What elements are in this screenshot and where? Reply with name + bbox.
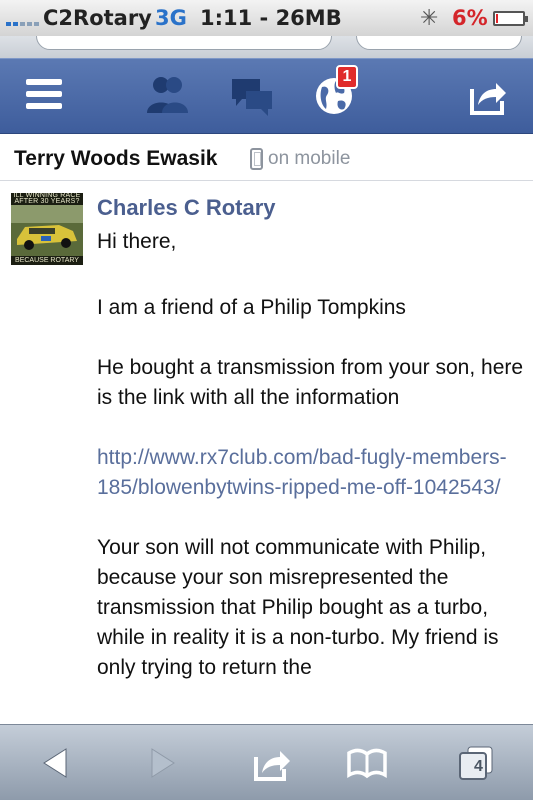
conversation-header: Terry Woods Ewasik on mobile [0,135,533,181]
message-paragraph: He bought a transmission from your son, … [97,356,524,409]
race-car-image [11,205,83,256]
share-icon[interactable] [468,73,508,119]
message-link[interactable]: http://www.rx7club.com/bad-fugly-members… [97,443,527,503]
battery-icon [493,11,528,26]
search-field[interactable] [356,36,522,50]
message-paragraph: I am a friend of a Philip Tompkins [97,296,406,319]
tab-count[interactable]: 4 [466,756,491,778]
carrier-name: C2Rotary [43,6,152,30]
friend-requests-icon[interactable] [144,73,190,119]
forward-icon[interactable] [148,743,178,783]
facebook-nav-bar: 1 [0,58,533,134]
message-sender[interactable]: Charles C Rotary [97,195,276,221]
back-icon[interactable] [40,743,70,783]
network-type: 3G [155,6,187,30]
notification-badge: 1 [336,65,358,89]
action-icon[interactable] [252,743,292,783]
avatar-caption-bottom: BECAUSE ROTARY [11,256,83,265]
device-status: on mobile [268,148,351,169]
message-paragraph: Hi there, [97,230,177,253]
menu-icon[interactable] [26,73,62,119]
conversation-name[interactable]: Terry Woods Ewasik [14,147,217,171]
status-bar: C2Rotary 3G 1:11 - 26MB ✳ 6% [0,0,533,36]
message-paragraph: Your son will not communicate with Phili… [97,536,499,679]
avatar[interactable]: ILL WINNING RACE AFTER 30 YEARS? BECAUSE… [11,193,83,265]
time-data-usage: 1:11 - 26MB [200,6,342,30]
address-bar-remnant [0,36,533,58]
safari-toolbar [0,724,533,800]
spinner-icon: ✳ [420,6,439,31]
messages-icon[interactable] [230,73,274,119]
message-body: Hi there, I am a friend of a Philip Tomp… [97,227,527,713]
mobile-phone-icon [250,148,263,170]
signal-strength-icon [6,10,39,26]
url-field[interactable] [36,36,332,50]
battery-percent: 6% [452,6,488,30]
bookmarks-icon[interactable] [346,743,388,783]
